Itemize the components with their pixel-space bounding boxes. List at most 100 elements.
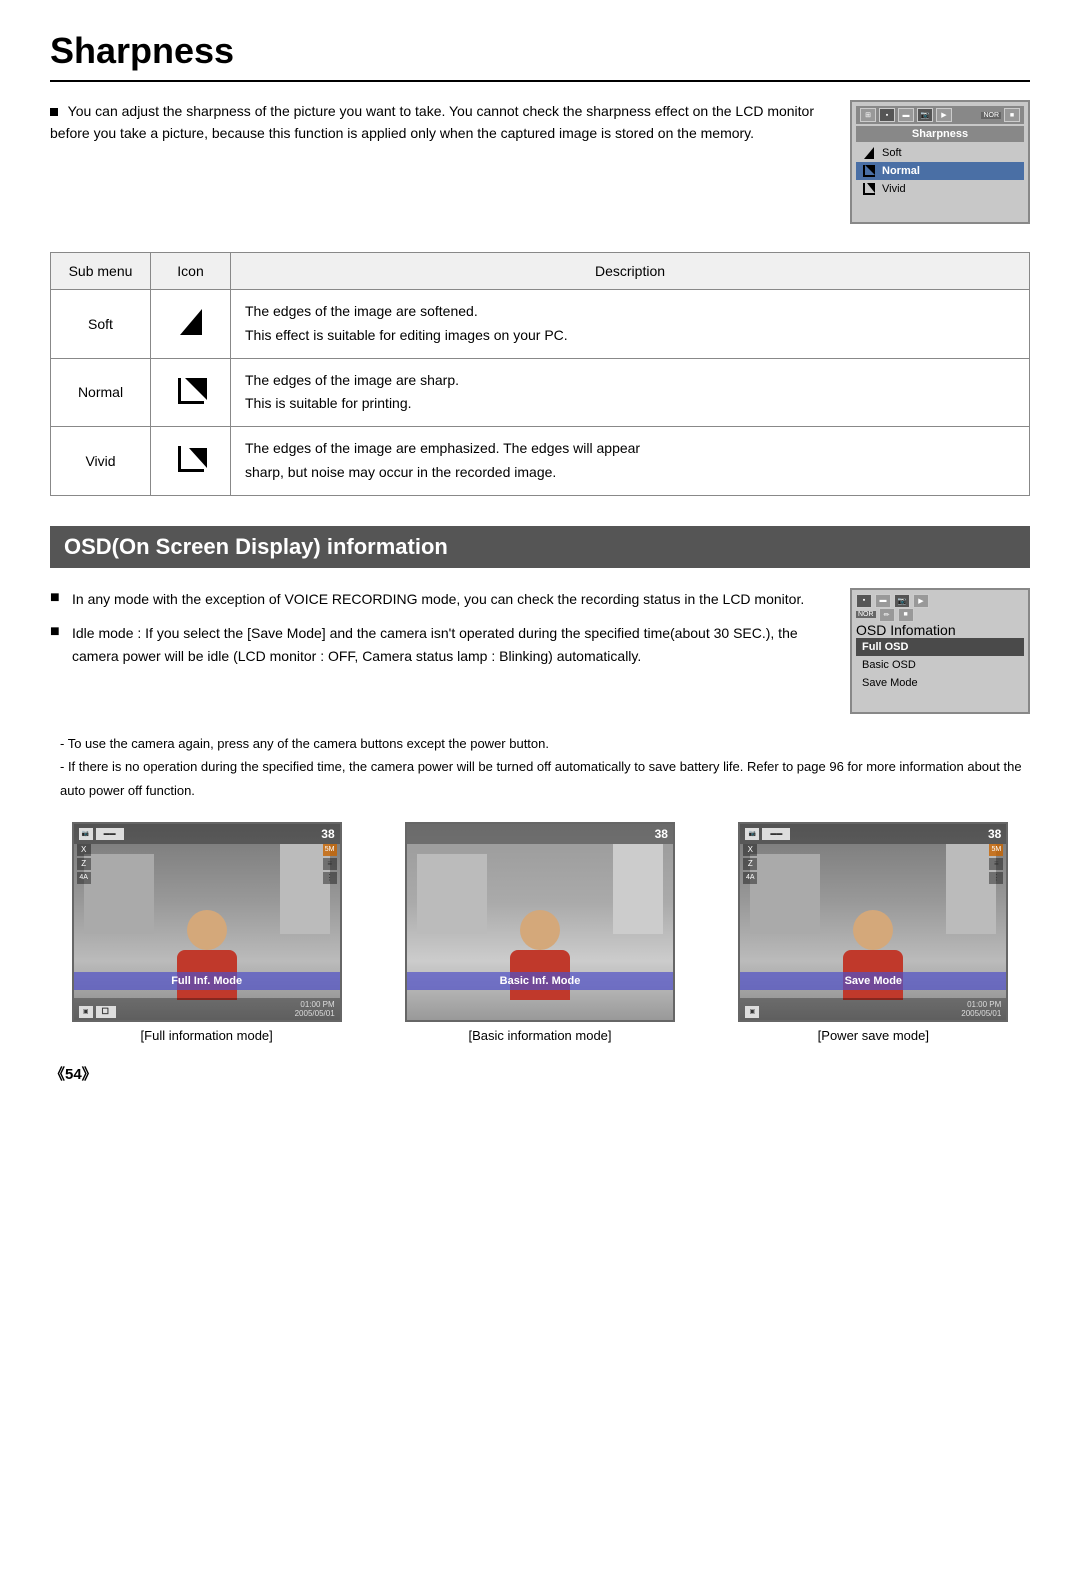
- col-description: Description: [231, 253, 1030, 290]
- cam-flash-icon: 🔲: [96, 1006, 116, 1018]
- lcd-vid-icon: ▶: [936, 108, 952, 122]
- screenshot-basic: 38 Basic Inf. Mode [Basic information mo…: [383, 822, 696, 1043]
- lcd-nor-badge: NOR: [981, 112, 1001, 119]
- cam-hud-bottom-save: ▣ 01:00 PM 2005/05/01: [740, 998, 1006, 1020]
- sharpness-lcd-mockup: ⊞ ▪ ▬ 📷 ▶ NOR ■ Sharpness Soft Normal: [850, 100, 1030, 224]
- vivid-shape-icon: [863, 183, 875, 195]
- cam-icon-1: 📷: [79, 828, 93, 840]
- lcd-last-icon: ■: [1004, 108, 1020, 122]
- normal-icon-cell: [151, 358, 231, 427]
- osd-note-1: - To use the camera again, press any of …: [60, 732, 1030, 755]
- cam-focus-icon: ▣: [79, 1006, 93, 1018]
- osd-bullet-1-text: In any mode with the exception of VOICE …: [72, 588, 804, 612]
- cam-top-left-icons: 📷 ▬▬: [79, 828, 124, 840]
- cam-date-save: 2005/05/01: [961, 1009, 1001, 1018]
- lcd-vivid-label: Vivid: [882, 183, 906, 195]
- osd-note-2: - If there is no operation during the sp…: [60, 755, 1030, 802]
- caption-basic: [Basic information mode]: [468, 1028, 611, 1043]
- lcd-toolbar-right: NOR ■: [981, 108, 1020, 122]
- cam-date-full: 2005/05/01: [295, 1009, 335, 1018]
- osd-bullet-1: ■ In any mode with the exception of VOIC…: [50, 588, 820, 612]
- osd-icon-4: ▶: [913, 594, 929, 608]
- cam-hud-top-save: 📷 ▬▬ 38: [740, 824, 1006, 844]
- lcd-toolbar: ⊞ ▪ ▬ 📷 ▶ NOR ■: [856, 106, 1024, 124]
- building-left: [84, 854, 154, 934]
- lcd-vivid-item: Vivid: [856, 180, 1024, 198]
- building-left-basic: [417, 854, 487, 934]
- cam-x-icon-save: X: [743, 844, 757, 856]
- lcd-soft-label: Soft: [882, 147, 902, 159]
- cam-5m-icon: 5M: [323, 844, 337, 856]
- cam-dots-icon-save: ⋮: [989, 872, 1003, 884]
- cam-top-icons-save: 📷 ▬▬: [745, 828, 790, 840]
- lcd-sharpness-title: Sharpness: [856, 126, 1024, 142]
- sharpness-intro-bullet: You can adjust the sharpness of the pict…: [50, 100, 820, 145]
- lcd-vivid-icon: [862, 182, 876, 196]
- cam-hud-top-basic: 38: [407, 824, 673, 844]
- vivid-sub-menu: Vivid: [51, 427, 151, 496]
- cam-z-icon: Z: [77, 858, 91, 870]
- normal-desc-line1: The edges of the image are sharp.: [245, 369, 1015, 393]
- cam-bottom-left-save: ▣: [745, 1006, 759, 1018]
- cam-battery-icon: ▬▬: [96, 828, 124, 840]
- osd-save-item: Save Mode: [856, 674, 1024, 692]
- cam-battery-save: ▬▬: [762, 828, 790, 840]
- osd-lcd-icons: ▪ ▬ 📷 ▶: [856, 594, 1024, 608]
- table-row: Soft The edges of the image are softened…: [51, 290, 1030, 359]
- lcd-soft-icon: [862, 146, 876, 160]
- caption-save: [Power save mode]: [818, 1028, 929, 1043]
- sharpness-table: Sub menu Icon Description Soft The edges…: [50, 252, 1030, 496]
- lcd-toolbar-icons: ⊞ ▪ ▬ 📷 ▶: [860, 108, 952, 122]
- lcd-normal-label: Normal: [882, 165, 920, 177]
- osd-notes: - To use the camera again, press any of …: [50, 732, 1030, 802]
- building-right-basic: [613, 844, 663, 934]
- normal-desc: The edges of the image are sharp. This i…: [231, 358, 1030, 427]
- soft-desc-line2: This effect is suitable for editing imag…: [245, 324, 1015, 348]
- soft-table-icon: [180, 309, 202, 335]
- osd-bullet-2: ■ Idle mode : If you select the [Save Mo…: [50, 622, 820, 670]
- cam-qual-icon-save: ≡: [989, 858, 1003, 870]
- page-title: Sharpness: [50, 30, 1030, 82]
- bullet-mark-2: ■: [50, 622, 64, 670]
- person-head-save: [853, 910, 893, 950]
- cam-left-side-full: X Z 4A: [77, 844, 91, 884]
- normal-table-icon: [178, 378, 204, 404]
- cam-time-save: 01:00 PM: [961, 1000, 1001, 1009]
- cam-z-icon-save: Z: [743, 858, 757, 870]
- vivid-desc-line1: The edges of the image are emphasized. T…: [245, 437, 1015, 461]
- osd-intro-section: ■ In any mode with the exception of VOIC…: [50, 588, 1030, 714]
- cam-bottom-left-icons: ▣ 🔲: [79, 1006, 116, 1018]
- osd-basic-item: Basic OSD: [856, 656, 1024, 674]
- osd-intro-text: ■ In any mode with the exception of VOIC…: [50, 588, 820, 714]
- osd-icon-1: ▪: [856, 594, 872, 608]
- osd-section-heading: OSD(On Screen Display) information: [50, 526, 1030, 568]
- cam-screen-basic: 38 Basic Inf. Mode: [405, 822, 675, 1022]
- cam-save-label-bar: Save Mode: [740, 972, 1006, 990]
- cam-5m-icon-save: 5M: [989, 844, 1003, 856]
- cam-hud-bottom-full: ▣ 🔲 01:00 PM 2005/05/01: [74, 998, 340, 1020]
- cam-basic-label-bar: Basic Inf. Mode: [407, 972, 673, 990]
- page-number: 《54》: [50, 1063, 1030, 1084]
- normal-desc-line2: This is suitable for printing.: [245, 392, 1015, 416]
- cam-full-label-bar: Full Inf. Mode: [74, 972, 340, 990]
- bullet-mark-1: ■: [50, 588, 64, 612]
- osd-full-label: Full OSD: [862, 641, 908, 653]
- osd-nor-badge: NOR: [856, 611, 876, 618]
- cam-time-date-full: 01:00 PM 2005/05/01: [295, 1000, 335, 1018]
- cam-hud-bottom-basic: [407, 1016, 673, 1020]
- cam-screen-save: 📷 ▬▬ 38 X Z 4A 5M ≡ ⋮ Save Mode: [738, 822, 1008, 1022]
- osd-lcd-mockup: ▪ ▬ 📷 ▶ NOR ✏ ■ OSD Infomation Full OSD …: [850, 588, 1030, 714]
- cam-icon-save-1: 📷: [745, 828, 759, 840]
- sharpness-intro-text: You can adjust the sharpness of the pict…: [50, 100, 820, 224]
- vivid-icon-cell: [151, 427, 231, 496]
- cam-right-side-full: 5M ≡ ⋮: [323, 844, 337, 884]
- soft-icon-cell: [151, 290, 231, 359]
- person-head-basic: [520, 910, 560, 950]
- osd-lcd-right-icons: NOR ✏ ■: [856, 608, 1024, 622]
- cam-screen-full: 📷 ▬▬ 38 X Z 4A 5M ≡ ⋮ Full Inf. Mode: [72, 822, 342, 1022]
- caption-full: [Full information mode]: [141, 1028, 273, 1043]
- osd-last-icon: ■: [898, 608, 914, 622]
- osd-lcd-toolbar: ▪ ▬ 📷 ▶ NOR ✏ ■: [856, 594, 1024, 622]
- vivid-desc: The edges of the image are emphasized. T…: [231, 427, 1030, 496]
- soft-triangle-icon: [864, 147, 874, 159]
